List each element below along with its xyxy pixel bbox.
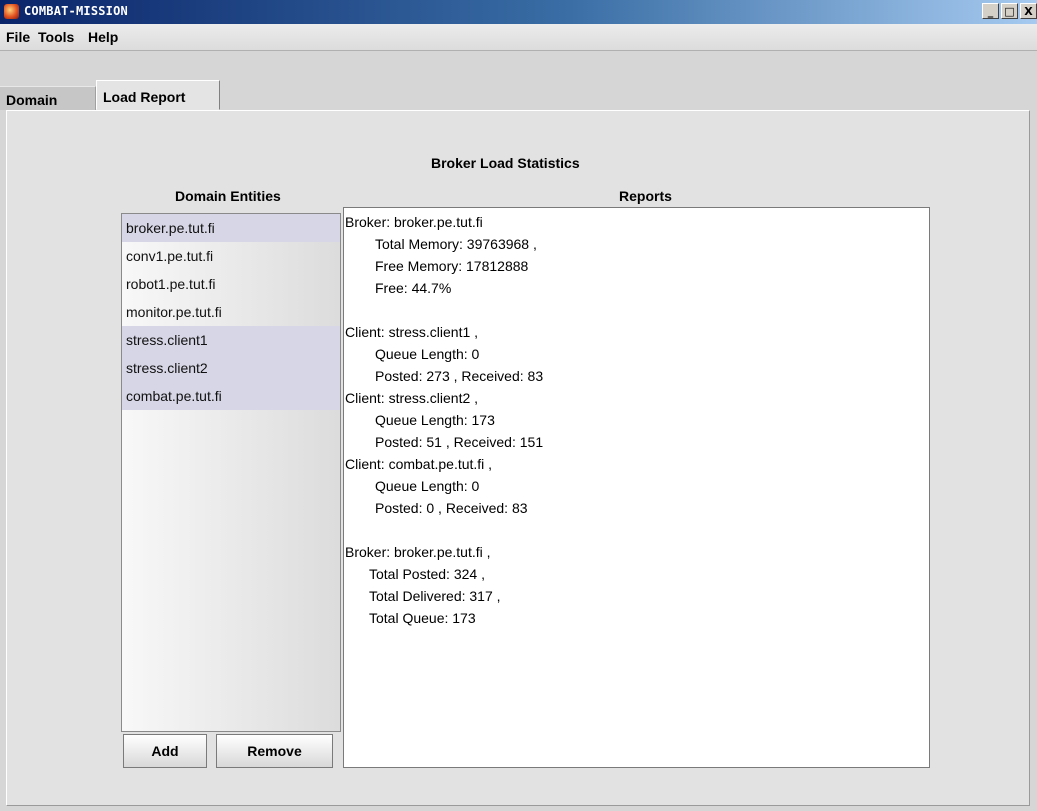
title-bar[interactable]: COMBAT-MISSION _ □ X (0, 0, 1037, 24)
report-line: Posted: 0 , Received: 83 (375, 500, 528, 516)
tab-load-report[interactable]: Load Report (96, 80, 220, 110)
menu-bar: File Tools Help (0, 24, 1037, 51)
menu-help[interactable]: Help (88, 29, 118, 45)
tab-domain[interactable]: Domain (0, 86, 96, 110)
reports-heading: Reports (619, 188, 672, 204)
minimize-button[interactable]: _ (982, 3, 999, 19)
menu-tools[interactable]: Tools (38, 29, 74, 45)
reports-text-area[interactable]: Broker: broker.pe.tut.fi Total Memory: 3… (343, 207, 930, 768)
remove-button[interactable]: Remove (216, 734, 333, 768)
report-line: Queue Length: 0 (375, 478, 480, 494)
window-title: COMBAT-MISSION (24, 4, 128, 18)
report-line: Queue Length: 173 (375, 412, 495, 428)
report-line: Free: 44.7% (375, 280, 452, 296)
report-line: Client: stress.client1 , (345, 324, 479, 340)
close-button[interactable]: X (1020, 3, 1037, 19)
list-item[interactable]: monitor.pe.tut.fi (122, 298, 340, 326)
add-button[interactable]: Add (123, 734, 207, 768)
app-icon (4, 4, 19, 19)
list-item[interactable]: broker.pe.tut.fi (122, 214, 340, 242)
report-line: Broker: broker.pe.tut.fi , (345, 544, 491, 560)
maximize-button[interactable]: □ (1001, 3, 1018, 19)
menu-file[interactable]: File (6, 29, 30, 45)
report-line: Total Memory: 39763968 , (375, 236, 537, 252)
report-line: Total Queue: 173 (369, 610, 476, 626)
tab-bar: Domain Load Report (0, 80, 1037, 110)
list-item[interactable]: stress.client2 (122, 354, 340, 382)
report-line: Client: stress.client2 , (345, 390, 479, 406)
report-line: Posted: 273 , Received: 83 (375, 368, 544, 384)
report-line (345, 299, 929, 321)
panel-title: Broker Load Statistics (431, 155, 580, 171)
list-item[interactable]: stress.client1 (122, 326, 340, 354)
report-line: Broker: broker.pe.tut.fi (345, 214, 483, 230)
domain-entities-list[interactable]: broker.pe.tut.fi conv1.pe.tut.fi robot1.… (121, 213, 341, 732)
report-line: Queue Length: 0 (375, 346, 480, 362)
window-controls: _ □ X (982, 3, 1037, 19)
list-item[interactable]: combat.pe.tut.fi (122, 382, 340, 410)
report-line: Total Delivered: 317 , (369, 588, 501, 604)
report-line: Client: combat.pe.tut.fi , (345, 456, 493, 472)
list-item[interactable]: robot1.pe.tut.fi (122, 270, 340, 298)
report-line: Total Posted: 324 , (369, 566, 485, 582)
list-item[interactable]: conv1.pe.tut.fi (122, 242, 340, 270)
report-line (345, 519, 929, 541)
report-line: Free Memory: 17812888 (375, 258, 529, 274)
report-line: Posted: 51 , Received: 151 (375, 434, 544, 450)
entities-heading: Domain Entities (175, 188, 281, 204)
